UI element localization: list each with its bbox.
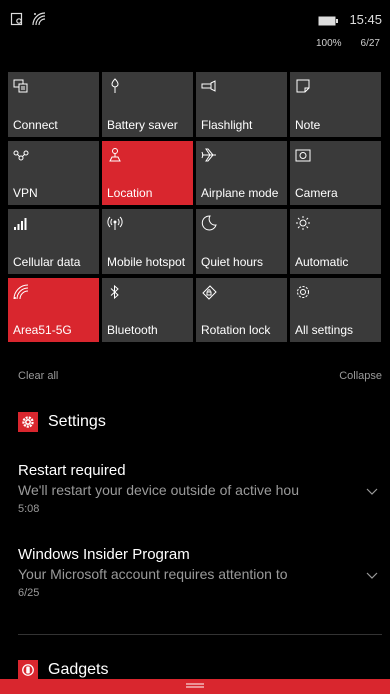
notification-time: 5:08: [18, 503, 40, 515]
note-icon: [296, 79, 310, 93]
camera-icon: [295, 149, 311, 161]
clear-all-button[interactable]: Clear all: [18, 370, 58, 382]
tile-bluetooth[interactable]: Bluetooth: [102, 277, 193, 342]
wifi-icon: [13, 284, 29, 299]
tile-label: Bluetooth: [107, 323, 158, 337]
moon-icon: [201, 215, 217, 231]
tile-label: Note: [295, 117, 321, 132]
notification-windows-insider[interactable]: Windows Insider Program Your Microsoft a…: [18, 546, 378, 599]
tile-note[interactable]: Note: [290, 72, 381, 137]
group-title: Gadgets: [48, 661, 109, 678]
gadgets-icon: [18, 660, 38, 680]
notification-restart-required[interactable]: Restart required We'll restart your devi…: [18, 462, 378, 515]
notification-title: Windows Insider Program: [18, 546, 190, 563]
flashlight-icon: [201, 80, 216, 92]
tile-cellular-data[interactable]: Cellular data: [8, 209, 99, 274]
notification-icon: [10, 12, 23, 26]
airplane-icon: [201, 148, 216, 161]
tile-airplane-mode[interactable]: Airplane mode: [196, 140, 287, 205]
bluetooth-icon: [110, 284, 119, 299]
notification-body: Your Microsoft account requires attentio…: [18, 566, 288, 582]
tile-label: Quiet hours: [201, 254, 264, 269]
drag-handle-icon[interactable]: [186, 683, 204, 689]
tile-label: Flashlight: [201, 117, 253, 132]
notification-title: Restart required: [18, 462, 126, 479]
battery-saver-icon: [111, 78, 119, 93]
tile-label: Location: [107, 186, 153, 200]
wifi-signal-icon: [32, 12, 46, 26]
tile-wifi[interactable]: Area51-5G: [8, 277, 99, 342]
tile-vpn[interactable]: VPN: [8, 140, 99, 205]
tile-label: Battery saver: [107, 117, 178, 132]
gadgets-group-header[interactable]: Gadgets: [18, 660, 108, 680]
status-left-icons: [10, 12, 48, 26]
status-bar: 15:45 100% 6/27: [0, 0, 390, 66]
vpn-icon: [13, 150, 29, 160]
notification-body: We'll restart your device outside of act…: [18, 482, 299, 498]
hotspot-icon: [107, 216, 123, 230]
connect-icon: [13, 79, 28, 93]
clock: 15:45: [349, 12, 382, 27]
tile-label: Area51-5G: [13, 323, 72, 337]
tile-label: Automatic: [295, 254, 349, 269]
collapse-button[interactable]: Collapse: [339, 370, 382, 382]
gear-icon: [297, 285, 309, 298]
tile-label: Airplane mode: [201, 186, 279, 200]
tile-label: Camera: [295, 186, 338, 200]
tile-camera[interactable]: Camera: [290, 140, 381, 205]
quick-actions-grid: Connect Battery saver Flashlight Note VP…: [8, 72, 382, 343]
tile-automatic-brightness[interactable]: Automatic: [290, 209, 381, 274]
tile-battery-saver[interactable]: Battery saver: [102, 72, 193, 137]
notification-actions: Clear all Collapse: [0, 370, 390, 386]
tile-label: VPN: [13, 186, 38, 200]
tile-label: All settings: [295, 323, 354, 337]
tile-location[interactable]: Location: [102, 140, 193, 205]
chevron-down-icon[interactable]: [366, 572, 378, 580]
tile-all-settings[interactable]: All settings: [290, 277, 381, 342]
notification-time: 6/25: [18, 587, 40, 599]
group-title: Settings: [48, 413, 106, 430]
battery-percent: 100%: [316, 38, 342, 49]
tile-label: Cellular data: [13, 254, 81, 269]
tile-connect[interactable]: Connect: [8, 72, 99, 137]
tile-mobile-hotspot[interactable]: Mobile hotspot: [102, 209, 193, 274]
group-divider: [18, 634, 382, 635]
brightness-icon: [296, 216, 310, 230]
cellular-icon: [14, 218, 27, 230]
tile-label: Connect: [13, 117, 58, 132]
settings-group-header[interactable]: Settings: [18, 412, 106, 432]
tile-quiet-hours[interactable]: Quiet hours: [196, 209, 287, 274]
rotation-lock-icon: [202, 284, 217, 300]
tile-label: Rotation lock: [201, 323, 271, 337]
location-icon: [109, 147, 121, 161]
action-center-handle-bar[interactable]: [0, 679, 390, 694]
tile-label: Mobile hotspot: [107, 254, 186, 269]
settings-gear-icon: [18, 412, 38, 432]
battery-icon: [318, 16, 338, 26]
tile-flashlight[interactable]: Flashlight: [196, 72, 287, 137]
tile-rotation-lock[interactable]: Rotation lock: [196, 277, 287, 342]
date: 6/27: [360, 38, 380, 49]
chevron-down-icon[interactable]: [366, 488, 378, 496]
